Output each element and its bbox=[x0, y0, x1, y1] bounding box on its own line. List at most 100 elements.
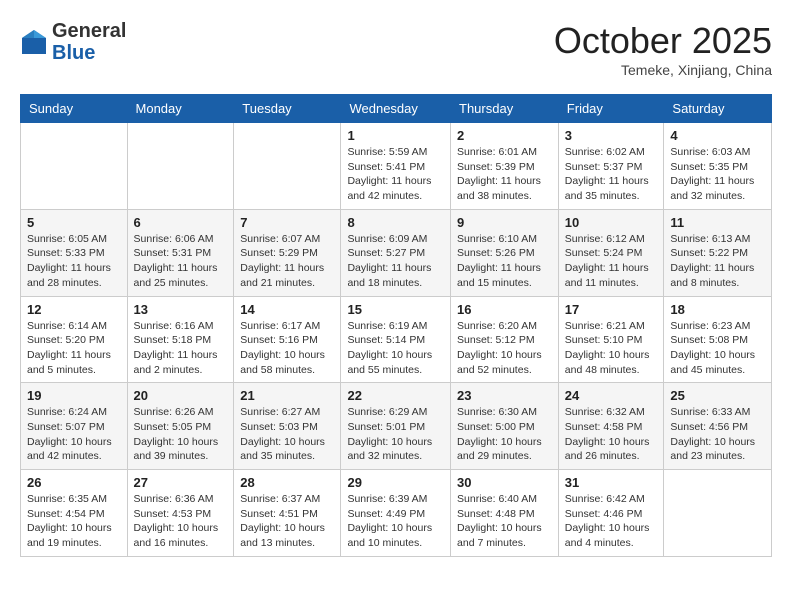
logo-text: General Blue bbox=[52, 20, 126, 64]
day-number: 24 bbox=[565, 388, 658, 403]
day-number: 29 bbox=[347, 475, 444, 490]
calendar-cell: 4 Sunrise: 6:03 AM Sunset: 5:35 PM Daylig… bbox=[664, 123, 772, 210]
day-info: Sunrise: 6:12 AM Sunset: 5:24 PM Dayligh… bbox=[565, 232, 658, 291]
day-number: 21 bbox=[240, 388, 334, 403]
calendar-cell: 28 Sunrise: 6:37 AM Sunset: 4:51 PM Dayli… bbox=[234, 470, 341, 557]
day-info: Sunrise: 6:01 AM Sunset: 5:39 PM Dayligh… bbox=[457, 145, 552, 204]
day-info: Sunrise: 6:13 AM Sunset: 5:22 PM Dayligh… bbox=[670, 232, 765, 291]
page-header: General Blue October 2025 Temeke, Xinjia… bbox=[20, 20, 772, 78]
calendar-week-row: 26 Sunrise: 6:35 AM Sunset: 4:54 PM Dayli… bbox=[21, 470, 772, 557]
calendar-cell: 24 Sunrise: 6:32 AM Sunset: 4:58 PM Dayli… bbox=[558, 383, 664, 470]
logo-blue: Blue bbox=[52, 42, 126, 64]
day-number: 31 bbox=[565, 475, 658, 490]
logo-general: General bbox=[52, 20, 126, 42]
calendar-cell bbox=[664, 470, 772, 557]
day-number: 10 bbox=[565, 215, 658, 230]
calendar-cell bbox=[234, 123, 341, 210]
day-number: 5 bbox=[27, 215, 121, 230]
title-block: October 2025 Temeke, Xinjiang, China bbox=[554, 20, 772, 78]
day-number: 28 bbox=[240, 475, 334, 490]
calendar-cell: 31 Sunrise: 6:42 AM Sunset: 4:46 PM Dayli… bbox=[558, 470, 664, 557]
day-info: Sunrise: 6:16 AM Sunset: 5:18 PM Dayligh… bbox=[134, 319, 228, 378]
day-info: Sunrise: 6:36 AM Sunset: 4:53 PM Dayligh… bbox=[134, 492, 228, 551]
day-info: Sunrise: 6:27 AM Sunset: 5:03 PM Dayligh… bbox=[240, 405, 334, 464]
calendar-cell bbox=[127, 123, 234, 210]
day-number: 2 bbox=[457, 128, 552, 143]
calendar-cell: 19Sunrise: 6:24 AM Sunset: 5:07 PM Dayli… bbox=[21, 383, 128, 470]
weekday-header-sunday: Sunday bbox=[21, 95, 128, 123]
weekday-header-saturday: Saturday bbox=[664, 95, 772, 123]
day-info: Sunrise: 6:42 AM Sunset: 4:46 PM Dayligh… bbox=[565, 492, 658, 551]
calendar-cell: 29Sunrise: 6:39 AM Sunset: 4:49 PM Dayli… bbox=[341, 470, 451, 557]
day-info: Sunrise: 6:09 AM Sunset: 5:27 PM Dayligh… bbox=[347, 232, 444, 291]
calendar-table: SundayMondayTuesdayWednesdayThursdayFrid… bbox=[20, 94, 772, 557]
calendar-week-row: 19Sunrise: 6:24 AM Sunset: 5:07 PM Dayli… bbox=[21, 383, 772, 470]
calendar-cell: 14Sunrise: 6:17 AM Sunset: 5:16 PM Dayli… bbox=[234, 296, 341, 383]
calendar-cell: 18 Sunrise: 6:23 AM Sunset: 5:08 PM Dayli… bbox=[664, 296, 772, 383]
day-info: Sunrise: 6:29 AM Sunset: 5:01 PM Dayligh… bbox=[347, 405, 444, 464]
calendar-cell: 9 Sunrise: 6:10 AM Sunset: 5:26 PM Daylig… bbox=[451, 209, 559, 296]
calendar-cell: 3 Sunrise: 6:02 AM Sunset: 5:37 PM Daylig… bbox=[558, 123, 664, 210]
calendar-cell: 26 Sunrise: 6:35 AM Sunset: 4:54 PM Dayli… bbox=[21, 470, 128, 557]
day-number: 23 bbox=[457, 388, 552, 403]
day-number: 8 bbox=[347, 215, 444, 230]
weekday-header-tuesday: Tuesday bbox=[234, 95, 341, 123]
day-number: 26 bbox=[27, 475, 121, 490]
day-number: 25 bbox=[670, 388, 765, 403]
day-info: Sunrise: 6:21 AM Sunset: 5:10 PM Dayligh… bbox=[565, 319, 658, 378]
weekday-header-friday: Friday bbox=[558, 95, 664, 123]
day-info: Sunrise: 6:33 AM Sunset: 4:56 PM Dayligh… bbox=[670, 405, 765, 464]
calendar-cell: 5 Sunrise: 6:05 AM Sunset: 5:33 PM Daylig… bbox=[21, 209, 128, 296]
logo-icon bbox=[20, 28, 48, 56]
day-info: Sunrise: 6:10 AM Sunset: 5:26 PM Dayligh… bbox=[457, 232, 552, 291]
calendar-cell: 21 Sunrise: 6:27 AM Sunset: 5:03 PM Dayli… bbox=[234, 383, 341, 470]
day-number: 1 bbox=[347, 128, 444, 143]
day-info: Sunrise: 6:37 AM Sunset: 4:51 PM Dayligh… bbox=[240, 492, 334, 551]
weekday-header-monday: Monday bbox=[127, 95, 234, 123]
location: Temeke, Xinjiang, China bbox=[554, 62, 772, 78]
weekday-header-wednesday: Wednesday bbox=[341, 95, 451, 123]
calendar-week-row: 1 Sunrise: 5:59 AM Sunset: 5:41 PM Daylig… bbox=[21, 123, 772, 210]
day-info: Sunrise: 6:17 AM Sunset: 5:16 PM Dayligh… bbox=[240, 319, 334, 378]
day-info: Sunrise: 5:59 AM Sunset: 5:41 PM Dayligh… bbox=[347, 145, 444, 204]
day-number: 12 bbox=[27, 302, 121, 317]
day-number: 15 bbox=[347, 302, 444, 317]
weekday-header-thursday: Thursday bbox=[451, 95, 559, 123]
day-info: Sunrise: 6:06 AM Sunset: 5:31 PM Dayligh… bbox=[134, 232, 228, 291]
day-info: Sunrise: 6:14 AM Sunset: 5:20 PM Dayligh… bbox=[27, 319, 121, 378]
day-number: 13 bbox=[134, 302, 228, 317]
month-title: October 2025 bbox=[554, 20, 772, 62]
calendar-cell: 17 Sunrise: 6:21 AM Sunset: 5:10 PM Dayli… bbox=[558, 296, 664, 383]
day-info: Sunrise: 6:02 AM Sunset: 5:37 PM Dayligh… bbox=[565, 145, 658, 204]
day-number: 16 bbox=[457, 302, 552, 317]
calendar-cell: 12 Sunrise: 6:14 AM Sunset: 5:20 PM Dayli… bbox=[21, 296, 128, 383]
day-info: Sunrise: 6:40 AM Sunset: 4:48 PM Dayligh… bbox=[457, 492, 552, 551]
day-number: 4 bbox=[670, 128, 765, 143]
calendar-cell: 27 Sunrise: 6:36 AM Sunset: 4:53 PM Dayli… bbox=[127, 470, 234, 557]
calendar-week-row: 5 Sunrise: 6:05 AM Sunset: 5:33 PM Daylig… bbox=[21, 209, 772, 296]
calendar-cell: 15Sunrise: 6:19 AM Sunset: 5:14 PM Dayli… bbox=[341, 296, 451, 383]
day-number: 9 bbox=[457, 215, 552, 230]
logo: General Blue bbox=[20, 20, 126, 64]
calendar-cell: 20Sunrise: 6:26 AM Sunset: 5:05 PM Dayli… bbox=[127, 383, 234, 470]
day-number: 3 bbox=[565, 128, 658, 143]
day-number: 17 bbox=[565, 302, 658, 317]
day-info: Sunrise: 6:23 AM Sunset: 5:08 PM Dayligh… bbox=[670, 319, 765, 378]
calendar-cell: 25 Sunrise: 6:33 AM Sunset: 4:56 PM Dayli… bbox=[664, 383, 772, 470]
day-number: 6 bbox=[134, 215, 228, 230]
day-number: 27 bbox=[134, 475, 228, 490]
calendar-cell: 16Sunrise: 6:20 AM Sunset: 5:12 PM Dayli… bbox=[451, 296, 559, 383]
day-number: 18 bbox=[670, 302, 765, 317]
day-info: Sunrise: 6:30 AM Sunset: 5:00 PM Dayligh… bbox=[457, 405, 552, 464]
day-info: Sunrise: 6:24 AM Sunset: 5:07 PM Dayligh… bbox=[27, 405, 121, 464]
day-info: Sunrise: 6:03 AM Sunset: 5:35 PM Dayligh… bbox=[670, 145, 765, 204]
day-info: Sunrise: 6:35 AM Sunset: 4:54 PM Dayligh… bbox=[27, 492, 121, 551]
day-info: Sunrise: 6:05 AM Sunset: 5:33 PM Dayligh… bbox=[27, 232, 121, 291]
day-info: Sunrise: 6:32 AM Sunset: 4:58 PM Dayligh… bbox=[565, 405, 658, 464]
weekday-header-row: SundayMondayTuesdayWednesdayThursdayFrid… bbox=[21, 95, 772, 123]
day-number: 11 bbox=[670, 215, 765, 230]
day-number: 30 bbox=[457, 475, 552, 490]
day-info: Sunrise: 6:26 AM Sunset: 5:05 PM Dayligh… bbox=[134, 405, 228, 464]
calendar-cell: 13 Sunrise: 6:16 AM Sunset: 5:18 PM Dayli… bbox=[127, 296, 234, 383]
calendar-cell: 10 Sunrise: 6:12 AM Sunset: 5:24 PM Dayli… bbox=[558, 209, 664, 296]
